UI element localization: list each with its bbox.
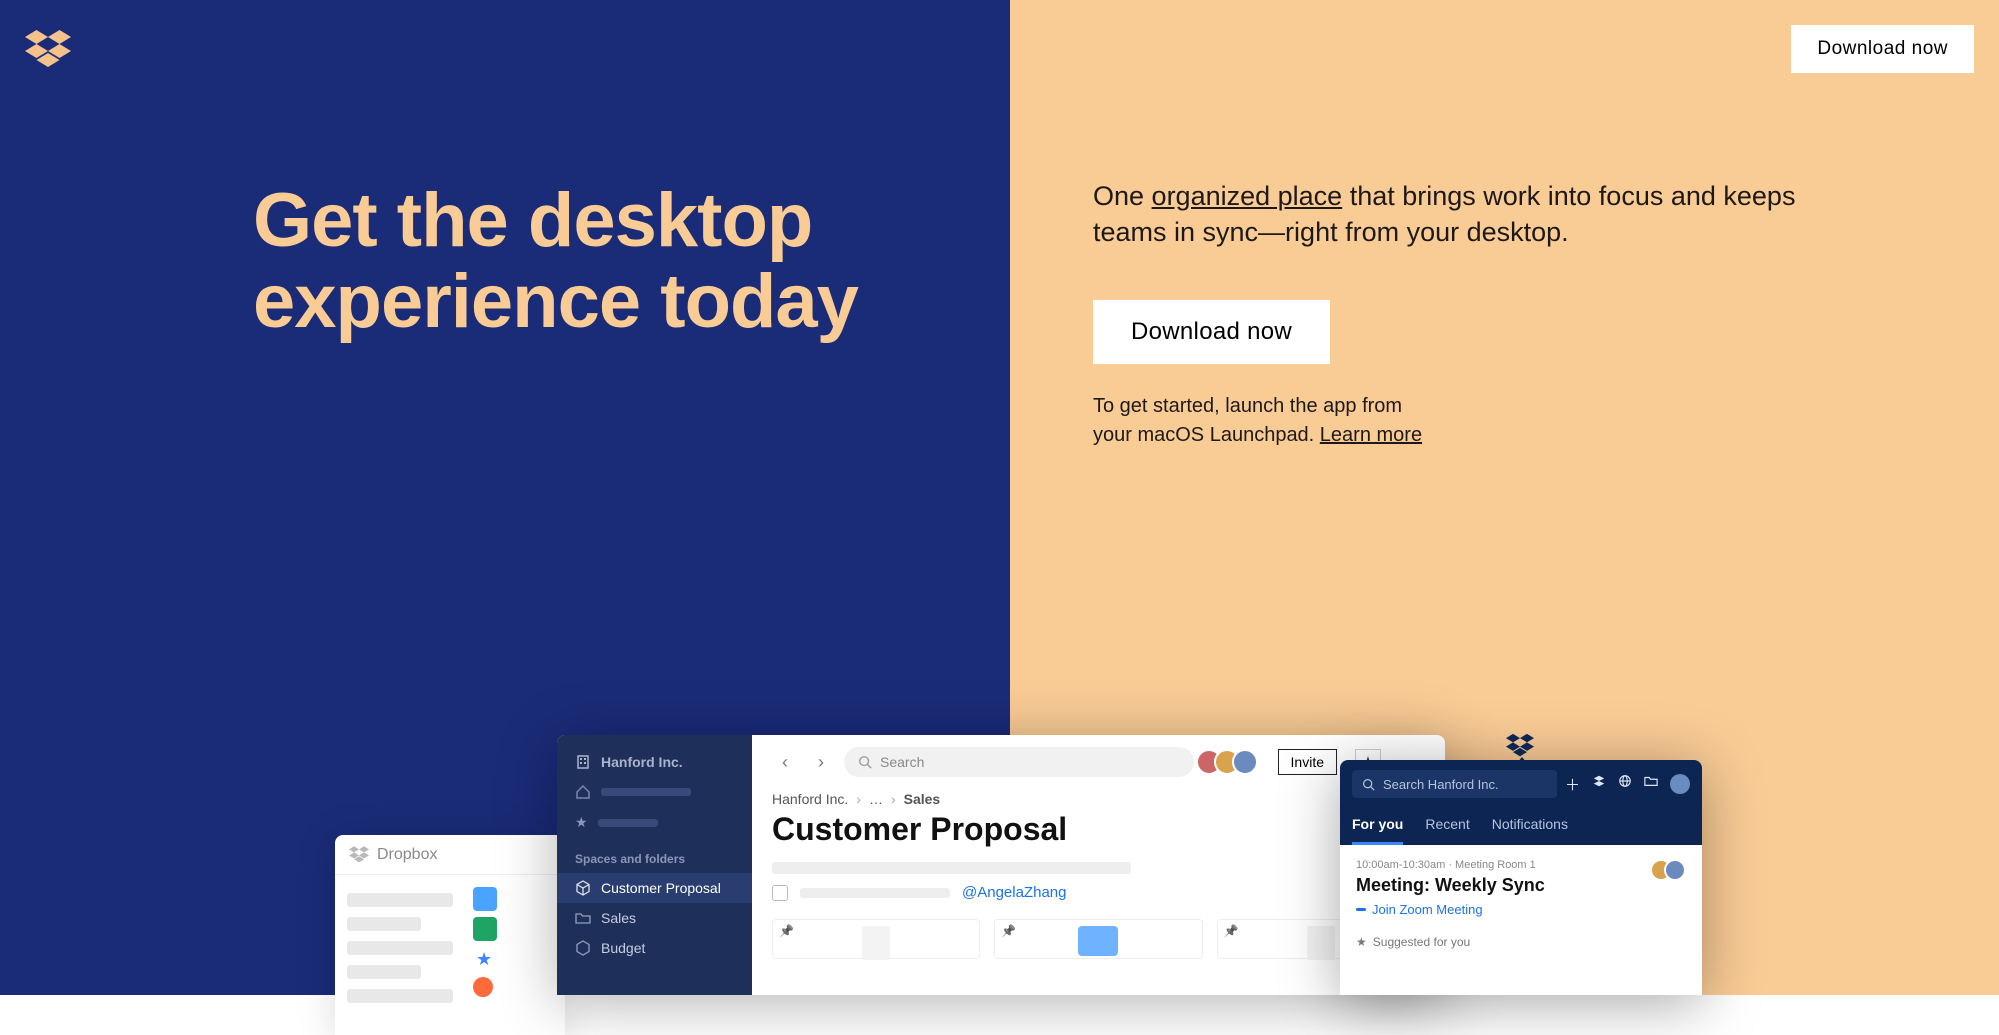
- hero-tagline: One organized place that brings work int…: [1093, 178, 1819, 251]
- get-started-text: To get started, launch the app from your…: [1093, 392, 1438, 450]
- download-button-top[interactable]: Download now: [1791, 25, 1974, 73]
- learn-more-link[interactable]: Learn more: [1320, 424, 1422, 446]
- download-button-main[interactable]: Download now: [1093, 300, 1330, 364]
- organized-place-link[interactable]: organized place: [1152, 181, 1343, 211]
- tagline-pre: One: [1093, 181, 1152, 211]
- hero-headline: Get the desktop experience today: [253, 180, 1010, 343]
- dropbox-logo-icon: [25, 30, 71, 70]
